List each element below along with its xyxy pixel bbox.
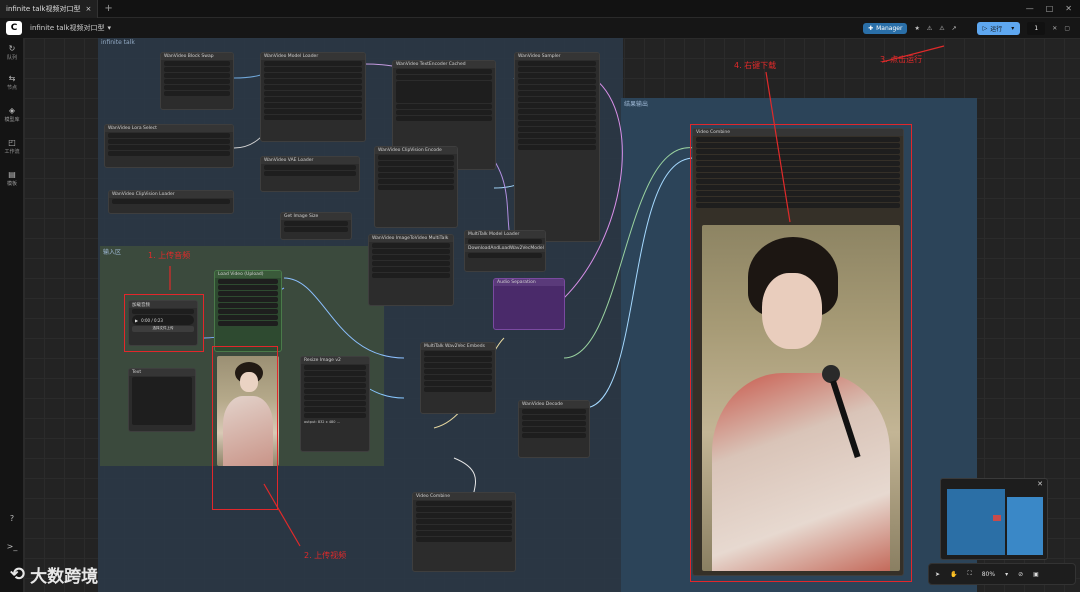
sidebar-item-nodes[interactable]: ⇆ 节点: [0, 74, 24, 91]
terminal-icon: >_: [6, 542, 18, 551]
watermark-logo-icon: ⟲: [10, 564, 26, 585]
run-mode-chevron-icon[interactable]: ▾: [1011, 25, 1014, 32]
hand-icon[interactable]: ✋: [950, 571, 957, 578]
queue-panel-icon[interactable]: ▢: [1064, 25, 1070, 32]
sidebar-item-queue[interactable]: ↻ 队列: [0, 44, 24, 61]
window-controls: — □ ✕: [1026, 4, 1080, 13]
sidebar-item-templates[interactable]: ▤ 模板: [0, 170, 24, 187]
bug2-icon[interactable]: ⚠: [939, 25, 944, 32]
comfy-logo-icon[interactable]: C: [6, 21, 22, 35]
annotation-step1: 1. 上传音频: [148, 251, 191, 260]
watermark: ⟲ 大数跨境: [10, 562, 98, 587]
node-resize-image[interactable]: Resize Image v2 output: 832 x 480 ...: [300, 356, 370, 452]
sidebar-item-models[interactable]: ◈ 模型库: [0, 106, 24, 123]
annotation-step3: 3. 点击运行: [880, 55, 923, 64]
link-visibility-icon[interactable]: ⊘: [1018, 571, 1023, 578]
puzzle-icon: ✚: [868, 24, 874, 32]
title-bar: infinite talk视频对口型 × + — □ ✕: [0, 0, 1080, 18]
manager-label: Manager: [876, 24, 903, 32]
group-result-title: 结果输出: [624, 101, 649, 108]
annotation-step4: 4. 右键下载: [734, 61, 777, 70]
nodes-icon: ⇆: [8, 74, 16, 83]
node-load-video[interactable]: Load Video (Upload): [214, 270, 282, 352]
node-vae-loader[interactable]: WanVideo VAE Loader: [260, 156, 360, 192]
node-video-combine-2[interactable]: Video Combine: [412, 492, 516, 572]
minimap[interactable]: ✕: [940, 478, 1048, 560]
annotation-step2: 2. 上传视频: [304, 551, 347, 560]
graph-canvas[interactable]: infinite talk 输入区 结果输出 WanVideo Block Sw…: [24, 38, 1080, 592]
fit-view-icon[interactable]: ⛶: [968, 570, 972, 578]
tab-title: infinite talk视频对口型: [6, 4, 81, 13]
minimap-toggle-icon[interactable]: ▣: [1033, 571, 1039, 578]
canvas-controls: ➤ ✋ ⛶ 80% ▾ ⊘ ▣: [928, 563, 1076, 585]
group-main-title: infinite talk: [101, 39, 135, 46]
node-clip-encode[interactable]: WanVideo ClipVision Encode: [374, 146, 458, 228]
help-icon: ?: [9, 514, 15, 523]
zoom-chevron-icon[interactable]: ▾: [1005, 571, 1008, 578]
sidebar-item-help[interactable]: ?: [0, 514, 24, 524]
run-button[interactable]: ▷ 运行 ▾: [976, 21, 1021, 35]
run-label: 运行: [990, 25, 1003, 33]
annotation-box-output: [690, 124, 912, 582]
workflow-tab[interactable]: infinite talk视频对口型: [30, 23, 104, 33]
group-upload-title: 输入区: [103, 249, 122, 256]
play-icon: ▷: [982, 24, 988, 32]
star-icon[interactable]: ★: [914, 25, 919, 32]
node-audio-separation[interactable]: Audio Separation: [493, 278, 565, 330]
node-decode[interactable]: WanVideo Decode: [518, 400, 590, 458]
node-clip-loader[interactable]: WanVideo ClipVision Loader: [108, 190, 234, 214]
node-model-loader[interactable]: WanVideo Model Loader: [260, 52, 366, 142]
minimap-main: [947, 489, 1005, 555]
node-image-encode[interactable]: WanVideo ImageToVideo MultiTalk: [368, 234, 454, 306]
bug-icon[interactable]: ⚠: [927, 25, 932, 32]
node-block-swap[interactable]: WanVideo Block Swap: [160, 52, 234, 110]
maximize-icon[interactable]: □: [1046, 4, 1054, 13]
sidebar: ↻ 队列 ⇆ 节点 ◈ 模型库 ◰ 工作流 ▤ 模板 ? >_: [0, 38, 24, 592]
node-sampler[interactable]: WanVideo Sampler: [514, 52, 600, 242]
node-wav2vec[interactable]: DownloadAndLoadWav2VecModel: [464, 244, 546, 272]
pointer-icon[interactable]: ➤: [935, 571, 940, 578]
workflows-icon: ◰: [8, 138, 16, 147]
minimap-close-icon[interactable]: ✕: [1037, 480, 1043, 488]
zoom-level[interactable]: 80%: [982, 571, 995, 578]
new-tab-icon[interactable]: +: [104, 3, 112, 14]
resize-output-text: output: 832 x 480 ...: [304, 420, 340, 424]
cancel-icon[interactable]: ✕: [1052, 25, 1057, 32]
minimap-result: [1007, 497, 1043, 555]
minimize-icon[interactable]: —: [1026, 4, 1034, 13]
tab-workflow[interactable]: infinite talk视频对口型 ×: [0, 0, 99, 18]
close-icon[interactable]: ×: [85, 5, 91, 13]
chevron-down-icon[interactable]: ▾: [107, 24, 111, 32]
sidebar-item-terminal[interactable]: >_: [0, 542, 24, 552]
node-text[interactable]: Text: [128, 368, 196, 432]
sidebar-item-workflows[interactable]: ◰ 工作流: [0, 138, 24, 155]
templates-icon: ▤: [8, 170, 16, 179]
node-get-image-size[interactable]: Get Image Size: [280, 212, 352, 240]
annotation-box-video: [212, 346, 278, 510]
run-count-input[interactable]: 1: [1027, 21, 1046, 35]
top-toolbar: ✚ Manager ★ ⚠ ⚠ ↗ ▷ 运行 ▾ 1 ✕ ▢: [863, 20, 1080, 36]
minimap-node: [993, 515, 1001, 521]
manager-button[interactable]: ✚ Manager: [863, 22, 908, 34]
watermark-text: 大数跨境: [30, 567, 99, 587]
node-audio-embeds[interactable]: MultiTalk Wav2Vec Embeds: [420, 342, 496, 414]
window-close-icon[interactable]: ✕: [1065, 4, 1072, 13]
share-icon[interactable]: ↗: [952, 25, 957, 32]
models-icon: ◈: [8, 106, 16, 115]
node-lora-select[interactable]: WanVideo Lora Select: [104, 124, 234, 168]
annotation-box-audio: [124, 294, 204, 352]
queue-icon: ↻: [8, 44, 16, 53]
